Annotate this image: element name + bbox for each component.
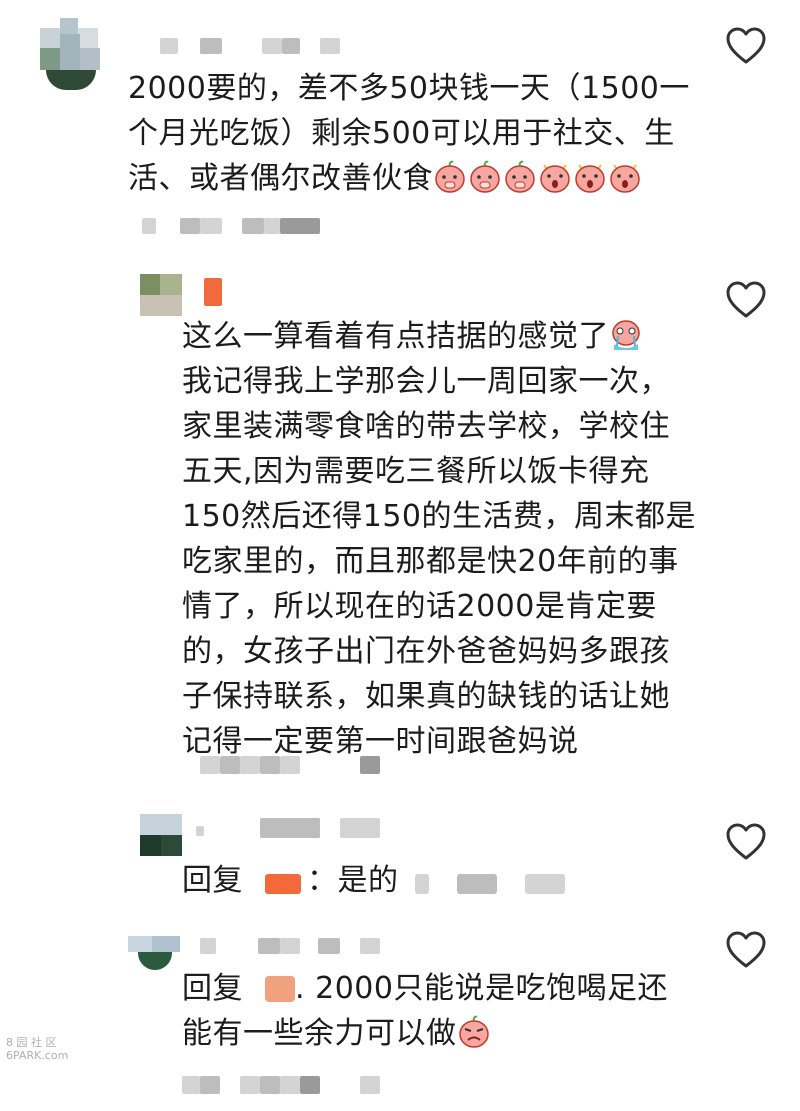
comment-line-with-emoji: 能有一些余力可以做 (182, 1011, 722, 1056)
comment-line-with-emoji: 这么一算看着有点拮据的感觉了 (182, 314, 702, 359)
avatar[interactable] (128, 930, 180, 970)
comment-line: 情了，所以现在的话2000是肯定要 (182, 589, 657, 624)
mention-blurred[interactable] (265, 976, 296, 1002)
trailing-blurred (414, 874, 429, 894)
avatar[interactable] (36, 18, 106, 90)
reply-line-with-mention: 回复 . 2000只能说是吃饱喝足还 (182, 966, 722, 1011)
comment-line: 家里装满零食啥的带去学校，学校住 (182, 409, 670, 444)
heart-outline-icon[interactable] (724, 24, 768, 68)
trailing-blurred (456, 874, 497, 894)
comment-line: 能有一些余力可以做 (182, 1016, 457, 1051)
avatar[interactable] (140, 814, 182, 856)
peach-cover-face-emoji (468, 160, 502, 194)
comment-text: 这么一算看着有点拮据的感觉了 我记得我上学那会儿一周回家一次， 家里装满零食啥的… (182, 314, 702, 764)
watermark-line: 8 园 社 区 (6, 1036, 57, 1049)
comment-line: 吃家里的，而且那都是快20年前的事 (182, 544, 679, 579)
reply-prefix: 回复 (182, 971, 243, 1006)
trailing-blurred (524, 874, 565, 894)
comment-line: 这么一算看着有点拮据的感觉了 (182, 319, 609, 354)
reply-prefix: 回复 (182, 863, 243, 898)
heart-outline-icon[interactable] (724, 928, 768, 972)
comment-line-with-emoji: 活、或者偶尔改善伙食 (128, 156, 708, 201)
peach-cover-face-emoji (503, 160, 537, 194)
mention-blurred[interactable] (265, 874, 302, 894)
reply-content: ：是的 (307, 863, 399, 898)
comment-line: 我记得我上学那会儿一周回家一次， (182, 364, 670, 399)
peach-surprised-emoji (538, 160, 572, 194)
peach-surprised-emoji (573, 160, 607, 194)
comment-text: 2000要的，差不多50块钱一天（1500一 个月光吃饭）剩余500可以用于社交… (128, 66, 708, 201)
comment-line: 子保持联系，如果真的缺钱的话让她 (182, 679, 670, 714)
badge-blurred (204, 278, 222, 306)
comment-line: 五天,因为需要吃三餐所以饭卡得充 (182, 454, 650, 489)
comment-line: 个月光吃饭）剩余500可以用于社交、生 (128, 116, 675, 151)
heart-outline-icon[interactable] (724, 820, 768, 864)
watermark-line: 6PARK.com (6, 1049, 69, 1062)
peach-cover-face-emoji (433, 160, 467, 194)
comment-line: 活、或者偶尔改善伙食 (128, 161, 433, 196)
comment-line: 的，女孩子出门在外爸爸妈妈多跟孩 (182, 634, 670, 669)
comment-line: . 2000只能说是吃饱喝足还 (295, 971, 668, 1006)
peach-angry-emoji (457, 1015, 491, 1049)
comment-line: 2000要的，差不多50块钱一天（1500一 (128, 71, 690, 106)
peach-crying-emoji (609, 318, 643, 352)
reply-text: 回复 . 2000只能说是吃饱喝足还 能有一些余力可以做 (182, 966, 722, 1056)
peach-surprised-emoji (608, 160, 642, 194)
reply-text: 回复 ：是的 (182, 858, 702, 903)
avatar[interactable] (140, 274, 182, 316)
comment-line: 150然后还得150的生活费，周末都是 (182, 499, 697, 534)
heart-outline-icon[interactable] (724, 278, 768, 322)
watermark: 8 园 社 区 6PARK.com (6, 1036, 68, 1062)
